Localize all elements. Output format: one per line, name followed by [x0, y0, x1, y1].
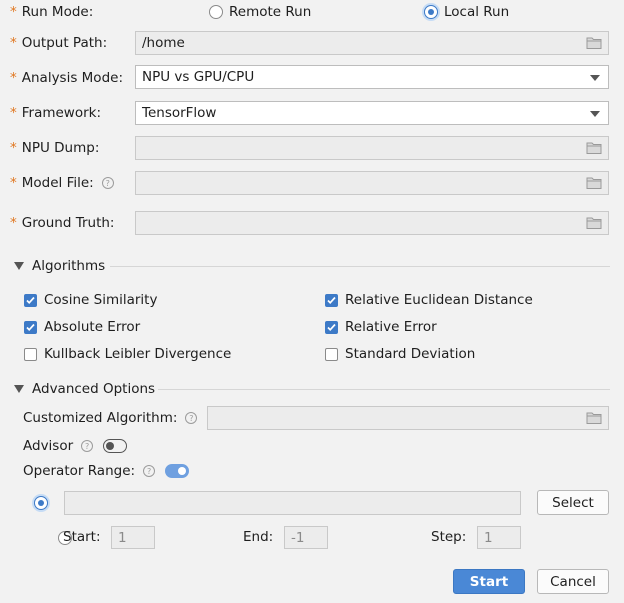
advisor-row: Advisor ? — [23, 438, 128, 454]
check-icon — [327, 323, 336, 331]
folder-icon[interactable] — [586, 216, 602, 230]
run-mode-label: * Run Mode: — [10, 4, 94, 20]
analysis-mode-label: * Analysis Mode: — [10, 70, 123, 86]
framework-select[interactable]: TensorFlow — [135, 101, 609, 125]
step-input[interactable]: 1 — [477, 526, 521, 549]
check-icon — [26, 296, 35, 304]
advisor-toggle[interactable] — [103, 439, 128, 453]
checkbox-relative-error[interactable]: Relative Error — [325, 319, 437, 335]
radio-remote-run[interactable]: Remote Run — [209, 4, 311, 20]
radio-remote-run-indicator[interactable] — [209, 5, 223, 19]
radio-local-run[interactable]: Local Run — [424, 4, 509, 20]
end-label: End: — [243, 529, 274, 545]
checkbox-indicator[interactable] — [24, 347, 37, 361]
analysis-mode-select[interactable]: NPU vs GPU/CPU — [135, 65, 609, 89]
model-file-input[interactable] — [135, 171, 609, 195]
radio-local-run-indicator[interactable] — [424, 5, 438, 19]
checkbox-kullback-leibler-divergence[interactable]: Kullback Leibler Divergence — [24, 346, 231, 362]
start-label: Start: — [63, 529, 101, 545]
checkbox-indicator[interactable] — [24, 293, 37, 307]
check-icon — [26, 323, 35, 331]
folder-icon[interactable] — [586, 176, 602, 190]
end-input[interactable]: -1 — [284, 526, 328, 549]
checkbox-cosine-similarity[interactable]: Cosine Similarity — [24, 292, 157, 308]
help-icon[interactable]: ? — [185, 412, 198, 424]
checkbox-indicator[interactable] — [325, 320, 338, 334]
help-icon[interactable]: ? — [101, 177, 114, 189]
folder-icon[interactable] — [586, 411, 602, 425]
help-icon[interactable]: ? — [143, 465, 156, 477]
customized-algorithm-label: Customized Algorithm: ? — [23, 410, 198, 426]
checkbox-indicator[interactable] — [24, 320, 37, 334]
collapse-triangle-icon[interactable] — [14, 385, 24, 393]
operator-range-input[interactable] — [64, 491, 521, 515]
checkbox-indicator[interactable] — [325, 293, 338, 307]
folder-icon[interactable] — [586, 141, 602, 155]
advanced-options-section-header[interactable]: Advanced Options — [14, 381, 155, 397]
npu-dump-input[interactable] — [135, 136, 609, 160]
checkbox-indicator[interactable] — [325, 347, 338, 361]
customized-algorithm-input[interactable] — [207, 406, 609, 430]
operator-range-toggle[interactable] — [165, 464, 190, 478]
start-button[interactable]: Start — [453, 569, 525, 594]
checkbox-relative-euclidean-distance[interactable]: Relative Euclidean Distance — [325, 292, 533, 308]
collapse-triangle-icon[interactable] — [14, 262, 24, 270]
npu-dump-label: * NPU Dump: — [10, 140, 100, 156]
algorithms-divider — [110, 266, 610, 267]
cancel-button[interactable]: Cancel — [537, 569, 609, 594]
folder-icon[interactable] — [586, 36, 602, 50]
ground-truth-label: * Ground Truth: — [10, 215, 115, 231]
select-button[interactable]: Select — [537, 490, 609, 515]
help-icon[interactable]: ? — [81, 440, 94, 452]
advanced-options-divider — [158, 389, 610, 390]
checkbox-standard-deviation[interactable]: Standard Deviation — [325, 346, 475, 362]
chevron-down-icon — [590, 75, 600, 81]
checkbox-absolute-error[interactable]: Absolute Error — [24, 319, 140, 335]
step-label: Step: — [431, 529, 467, 545]
algorithms-section-header[interactable]: Algorithms — [14, 258, 105, 274]
output-path-input[interactable]: /home — [135, 31, 609, 55]
start-input[interactable]: 1 — [111, 526, 155, 549]
check-icon — [327, 296, 336, 304]
radio-range-input[interactable] — [34, 496, 48, 510]
ground-truth-input[interactable] — [135, 211, 609, 235]
output-path-label: * Output Path: — [10, 35, 108, 51]
model-file-label: * Model File: ? — [10, 175, 114, 191]
operator-range-row: Operator Range: ? — [23, 463, 190, 479]
framework-label: * Framework: — [10, 105, 102, 121]
chevron-down-icon — [590, 111, 600, 117]
